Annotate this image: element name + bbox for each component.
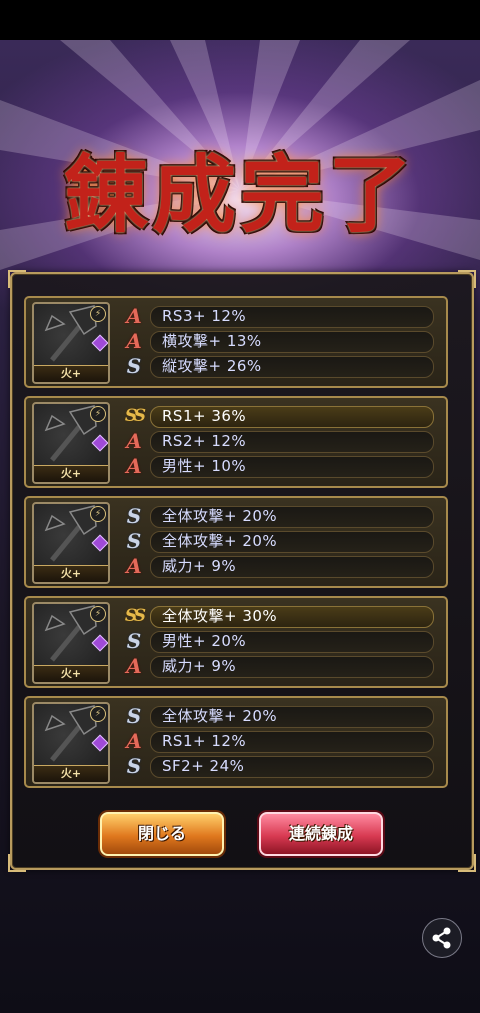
stat-row: S 全体攻撃+ 20% [122, 704, 436, 728]
S-rank-icon: S [126, 629, 142, 653]
corner-ornament [8, 270, 26, 288]
corner-ornament [8, 854, 26, 872]
continuous-refine-button[interactable]: 連続錬成 [259, 812, 383, 856]
SS-rank-icon: SS [124, 606, 146, 626]
element-badge: ⚡ [90, 706, 106, 722]
stat-row: S 男性+ 20% [122, 629, 436, 653]
element-badge: ⚡ [90, 606, 106, 622]
stat-text: 縦攻撃+ 26% [162, 357, 262, 375]
stat-row: A RS3+ 12% [122, 304, 436, 328]
stat-text: RS1+ 12% [162, 732, 247, 750]
stat-text: 威力+ 9% [162, 657, 237, 675]
share-button[interactable] [422, 918, 462, 958]
stat-text: RS1+ 36% [162, 407, 247, 425]
element-tag: 火+ [34, 765, 108, 782]
A-rank-icon: A [126, 329, 142, 353]
stat-text: 男性+ 10% [162, 457, 247, 475]
S-rank-icon: S [126, 504, 142, 528]
S-rank-icon: S [126, 704, 142, 728]
stat-row: A 威力+ 9% [122, 554, 436, 578]
element-tag: 火+ [34, 665, 108, 682]
result-card: ⚡ 火+ SS RS1+ 36% A RS2+ 12% A 男性+ 10% [24, 396, 448, 488]
weapon-thumbnail: ⚡ 火+ [32, 402, 110, 484]
corner-ornament [458, 854, 476, 872]
element-tag: 火+ [34, 565, 108, 582]
weapon-thumbnail: ⚡ 火+ [32, 602, 110, 684]
result-card: ⚡ 火+ S 全体攻撃+ 20% S 全体攻撃+ 20% A 威力+ 9% [24, 496, 448, 588]
stat-row: S 全体攻撃+ 20% [122, 529, 436, 553]
stat-row: A RS2+ 12% [122, 429, 436, 453]
stat-row: A 横攻撃+ 13% [122, 329, 436, 353]
element-badge: ⚡ [90, 406, 106, 422]
result-card: ⚡ 火+ SS 全体攻撃+ 30% S 男性+ 20% A 威力+ 9% [24, 596, 448, 688]
stat-row: S 全体攻撃+ 20% [122, 504, 436, 528]
element-badge: ⚡ [90, 306, 106, 322]
result-card: ⚡ 火+ S 全体攻撃+ 20% A RS1+ 12% S SF2+ 24% [24, 696, 448, 788]
A-rank-icon: A [126, 304, 142, 328]
A-rank-icon: A [126, 554, 142, 578]
stat-text: 全体攻撃+ 30% [162, 607, 278, 625]
stat-row: S SF2+ 24% [122, 754, 436, 778]
stat-row: A RS1+ 12% [122, 729, 436, 753]
stat-text: RS2+ 12% [162, 432, 247, 450]
stat-text: 全体攻撃+ 20% [162, 707, 278, 725]
stat-row: A 威力+ 9% [122, 654, 436, 678]
S-rank-icon: S [126, 754, 142, 778]
stat-text: RS3+ 12% [162, 307, 247, 325]
stat-row: SS 全体攻撃+ 30% [122, 605, 436, 628]
stat-text: 威力+ 9% [162, 557, 237, 575]
weapon-thumbnail: ⚡ 火+ [32, 502, 110, 584]
stat-text: 全体攻撃+ 20% [162, 532, 278, 550]
close-button[interactable]: 閉じる [100, 812, 224, 856]
stat-text: 横攻撃+ 13% [162, 332, 262, 350]
weapon-thumbnail: ⚡ 火+ [32, 702, 110, 784]
status-bar [0, 0, 480, 40]
page-title: 錬成完了 [63, 145, 416, 244]
stat-row: A 男性+ 10% [122, 454, 436, 478]
stat-text: SF2+ 24% [162, 757, 245, 775]
A-rank-icon: A [126, 729, 142, 753]
element-tag: 火+ [34, 465, 108, 482]
stat-text: 男性+ 20% [162, 632, 247, 650]
S-rank-icon: S [126, 354, 142, 378]
stat-text: 全体攻撃+ 20% [162, 507, 278, 525]
result-card: ⚡ 火+ A RS3+ 12% A 横攻撃+ 13% S 縦攻撃+ 26% [24, 296, 448, 388]
stat-row: SS RS1+ 36% [122, 405, 436, 428]
A-rank-icon: A [126, 654, 142, 678]
corner-ornament [458, 270, 476, 288]
A-rank-icon: A [126, 454, 142, 478]
weapon-thumbnail: ⚡ 火+ [32, 302, 110, 384]
share-icon [432, 927, 451, 949]
S-rank-icon: S [126, 529, 142, 553]
stat-row: S 縦攻撃+ 26% [122, 354, 436, 378]
element-badge: ⚡ [90, 506, 106, 522]
element-tag: 火+ [34, 365, 108, 382]
title-banner: 錬成完了 [40, 140, 440, 260]
SS-rank-icon: SS [124, 406, 146, 426]
A-rank-icon: A [126, 429, 142, 453]
